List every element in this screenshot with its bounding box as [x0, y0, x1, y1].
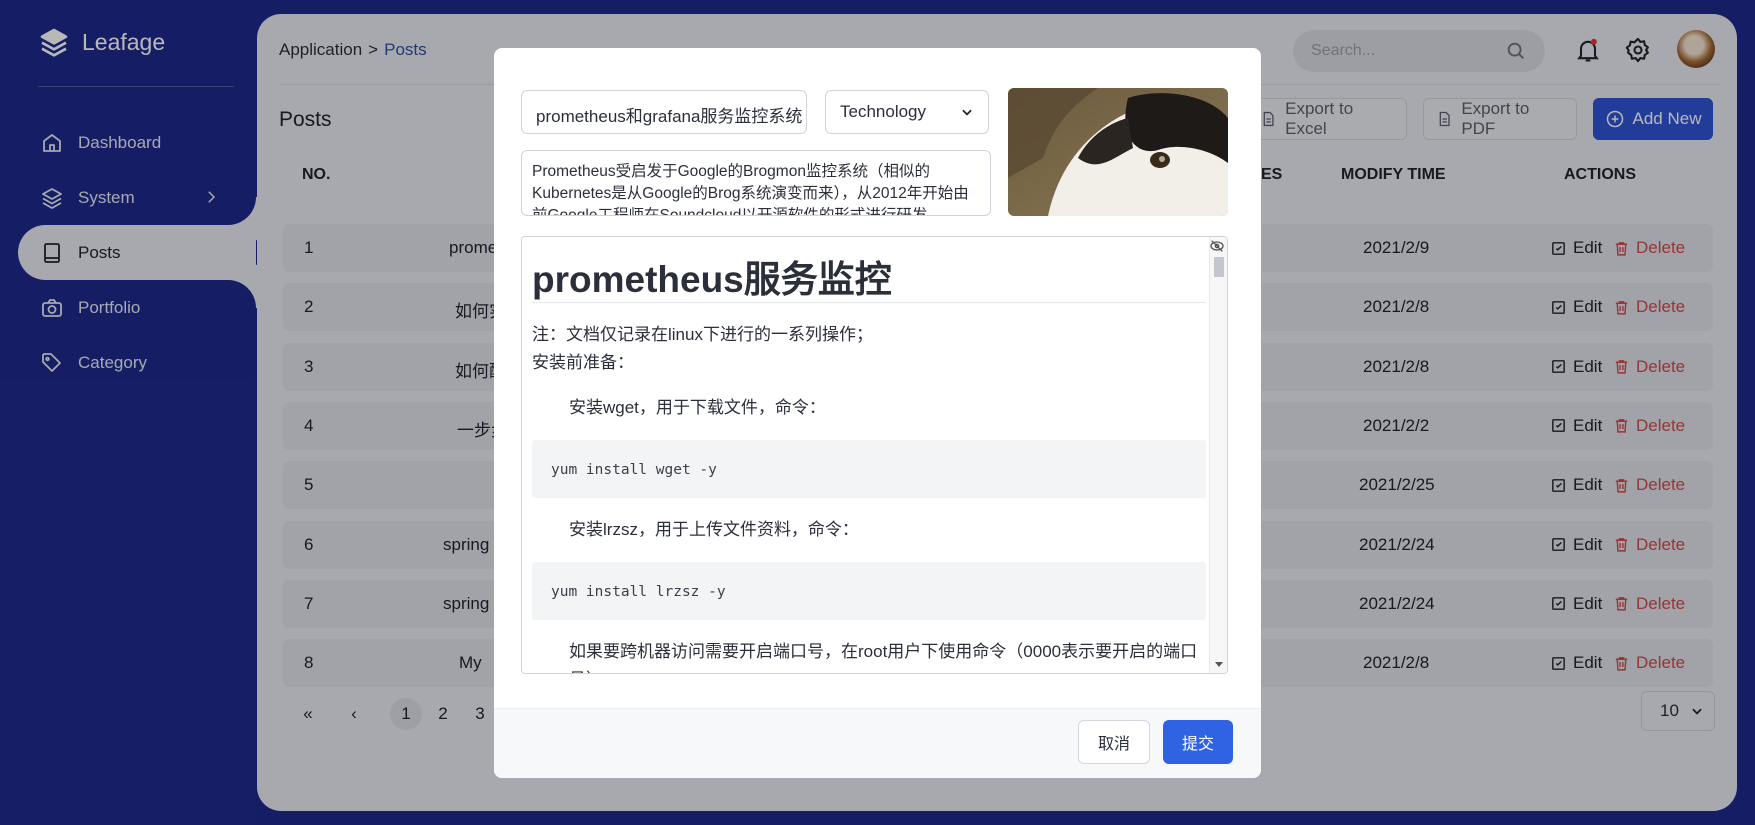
scroll-down-arrow-icon[interactable]	[1214, 659, 1224, 669]
cover-image[interactable]	[1008, 88, 1228, 216]
category-value: Technology	[840, 102, 927, 121]
cancel-button[interactable]: 取消	[1078, 720, 1150, 764]
editor-paragraph: 安装wget，用于下载文件，命令：	[569, 398, 826, 417]
scrollbar-thumb[interactable]	[1214, 257, 1224, 277]
editor-paragraph: 如果要跨机器访问需要开启端口号，在root用户下使用命令（0000表示要开启的端…	[569, 642, 1198, 673]
markdown-editor[interactable]: prometheus服务监控 注：文档仅记录在linux下进行的一系列操作； 安…	[521, 236, 1228, 674]
edit-post-modal: prometheus和grafana服务监控系统 Technology Prom…	[494, 48, 1261, 778]
preview-toggle-icon[interactable]	[1209, 239, 1225, 253]
editor-paragraph: 安装lrzsz，用于上传文件资料，命令：	[569, 520, 859, 539]
dog-photo	[1008, 88, 1228, 216]
submit-button[interactable]: 提交	[1163, 720, 1233, 764]
code-block: yum install lrzsz -y	[532, 562, 1206, 620]
editor-scrollbar[interactable]	[1209, 237, 1227, 673]
chevron-down-icon	[962, 109, 972, 116]
editor-paragraph: 安装前准备：	[532, 353, 634, 372]
post-title-input[interactable]: prometheus和grafana服务监控系统	[521, 90, 807, 134]
editor-paragraph: 注：文档仅记录在linux下进行的一系列操作；	[532, 325, 873, 344]
category-select[interactable]: Technology	[825, 90, 989, 134]
description-textarea[interactable]: Prometheus受启发于Google的Brogmon监控系统（相似的Kube…	[521, 150, 991, 216]
editor-content: prometheus服务监控 注：文档仅记录在linux下进行的一系列操作； 安…	[532, 237, 1206, 673]
editor-heading: prometheus服务监控	[532, 237, 1206, 303]
code-block: yum install wget -y	[532, 440, 1206, 498]
